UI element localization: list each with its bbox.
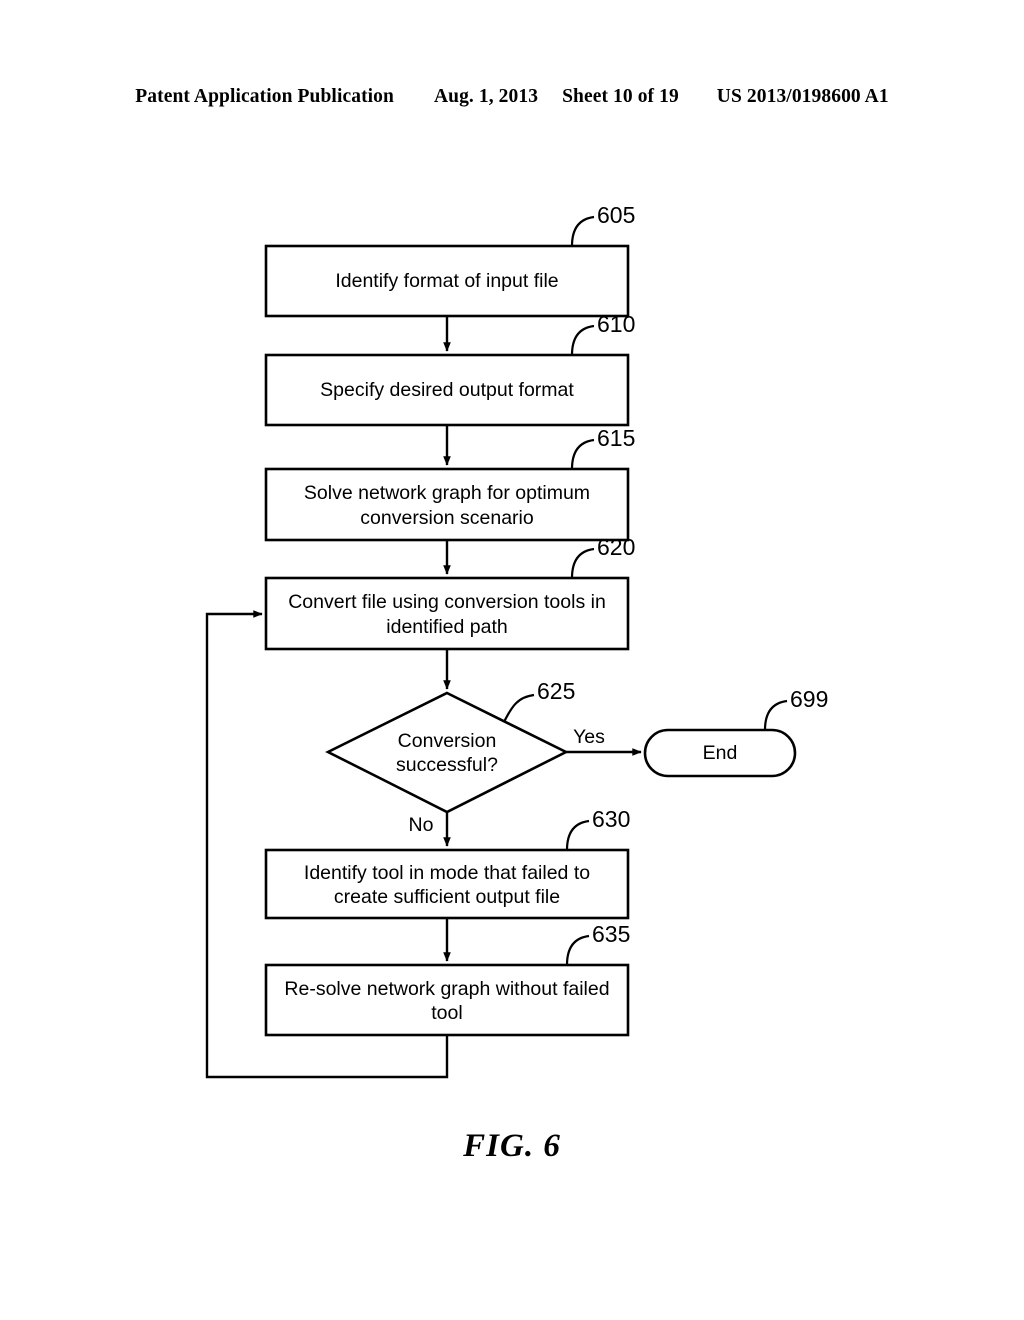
node-620-label-line2: identified path <box>386 616 507 638</box>
node-620-box <box>264 576 630 651</box>
leader-625 <box>503 693 535 723</box>
node-615-box <box>264 467 630 542</box>
leader-605 <box>570 215 595 247</box>
patent-figure-page: Patent Application Publication Aug. 1, 2… <box>0 0 1024 1320</box>
node-635-label-line1: Re-solve network graph without failed <box>284 978 609 1000</box>
ref-630: 630 <box>592 806 630 832</box>
leader-630 <box>565 819 590 851</box>
leader-610 <box>570 324 595 356</box>
node-635-label-line2: tool <box>431 1002 462 1024</box>
ref-605: 605 <box>597 202 635 228</box>
node-625-diamond <box>325 691 569 814</box>
leader-635 <box>565 934 590 966</box>
ref-625: 625 <box>537 678 575 704</box>
leader-699 <box>763 699 788 731</box>
node-620-label-line1: Convert file using conversion tools in <box>288 591 606 613</box>
node-699-label: End <box>703 742 738 764</box>
flowchart-diagram: Identify format of input file 605 Specif… <box>205 202 828 1079</box>
ref-699: 699 <box>790 686 828 712</box>
node-630-label-line2: create sufficient output file <box>334 886 560 908</box>
node-605-label: Identify format of input file <box>335 270 558 292</box>
figure-caption: FIG. 6 <box>463 1128 561 1164</box>
node-615-label-line1: Solve network graph for optimum <box>304 482 590 504</box>
leader-620 <box>570 547 595 579</box>
node-625-label-line1: Conversion <box>398 730 497 752</box>
ref-620: 620 <box>597 534 635 560</box>
node-615-label-line2: conversion scenario <box>360 507 534 529</box>
edge-label-yes: Yes <box>573 726 605 748</box>
node-630-label-line1: Identify tool in mode that failed to <box>304 862 590 884</box>
edge-label-no: No <box>409 814 434 836</box>
ref-610: 610 <box>597 311 635 337</box>
node-610-label: Specify desired output format <box>320 379 574 401</box>
ref-615: 615 <box>597 425 635 451</box>
ref-635: 635 <box>592 921 630 947</box>
leader-615 <box>570 438 595 470</box>
node-625-label-line2: successful? <box>396 754 498 776</box>
